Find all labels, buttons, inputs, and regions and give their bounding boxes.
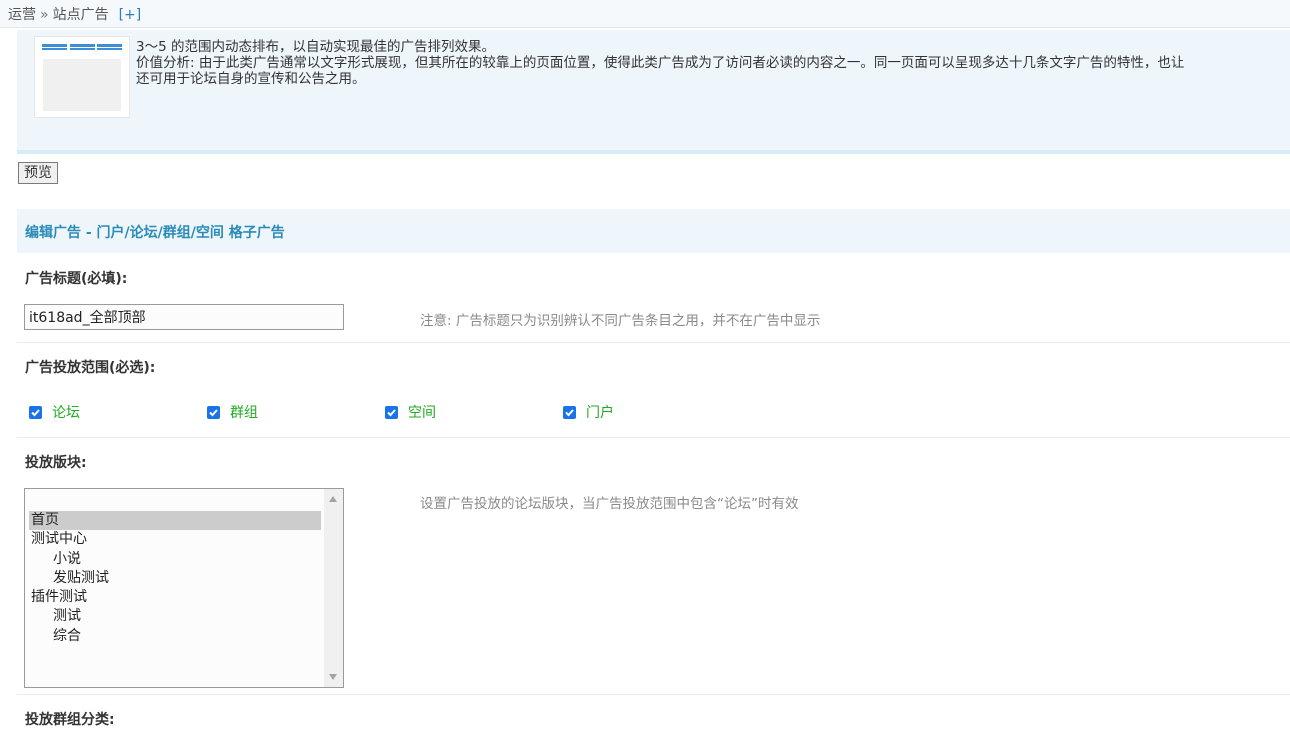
groups-label: 投放群组分类: [25,712,115,728]
scope-option-group[interactable]: 群组 [207,402,258,422]
description-line: 价值分析: 由于此类广告通常以文字形式展现，但其所在的较靠上的页面位置，使得此类… [136,55,1185,71]
divider [17,342,1290,343]
ad-layout-thumbnail [34,36,130,118]
preview-button[interactable]: 预览 [18,162,58,184]
listbox-scrollbar[interactable] [324,489,343,687]
scope-label: 广告投放范围(必选): [25,360,156,376]
scope-option-label: 空间 [408,405,436,421]
section-title: 编辑广告 - 门户/论坛/群组/空间 格子广告 [17,209,1290,253]
forum-option[interactable]: 小说 [29,550,321,569]
ad-type-description: 3～5 的范围内动态排布，以自动实现最佳的广告排列效果。 价值分析: 由于此类广… [136,39,1290,87]
scroll-up-arrow-icon[interactable] [329,496,337,502]
thumbnail-bar [42,44,67,50]
ad-title-hint: 注意: 广告标题只为识别辨认不同广告条目之用，并不在广告中显示 [420,313,821,329]
ad-title-input[interactable] [24,304,344,330]
forum-option[interactable]: 测试中心 [29,530,321,549]
checkbox-checked-icon[interactable] [385,405,398,419]
forum-option[interactable]: 首页 [29,511,321,531]
forums-label: 投放版块: [25,455,87,471]
scope-option-label: 群组 [230,405,258,421]
forum-options: 首页 测试中心 小说 发贴测试 插件测试 测试 综合 [29,511,321,646]
scope-option-forum[interactable]: 论坛 [29,402,80,422]
description-line: 3～5 的范围内动态排布，以自动实现最佳的广告排列效果。 [136,39,495,55]
forum-option[interactable]: 综合 [29,627,321,646]
ad-title-label: 广告标题(必填): [25,271,128,287]
checkbox-checked-icon[interactable] [563,405,576,419]
breadcrumb: 运营» 站点广告 [+] [0,0,1290,28]
breadcrumb-separator: » [40,7,49,23]
checkbox-checked-icon[interactable] [29,405,42,419]
thumbnail-body [43,59,121,111]
thumbnail-bar [70,44,95,50]
expand-toggle[interactable]: [+] [119,7,142,23]
breadcrumb-current: 站点广告 [52,7,109,23]
scroll-down-arrow-icon[interactable] [329,674,337,680]
breadcrumb-root[interactable]: 运营 [8,7,36,23]
thumbnail-bar [97,44,122,50]
scope-option-label: 门户 [586,405,614,421]
divider [17,437,1290,438]
scope-option-space[interactable]: 空间 [385,402,436,422]
forum-option[interactable]: 测试 [29,607,321,626]
divider [17,694,1290,695]
forums-hint: 设置广告投放的论坛版块，当广告投放范围中包含“论坛”时有效 [420,496,799,512]
ad-type-info-panel: 3～5 的范围内动态排布，以自动实现最佳的广告排列效果。 价值分析: 由于此类广… [17,30,1290,154]
forum-option[interactable]: 发贴测试 [29,569,321,588]
scope-option-label: 论坛 [52,405,80,421]
forum-option[interactable]: 插件测试 [29,588,321,607]
description-line: 还可用于论坛自身的宣传和公告之用。 [136,71,366,87]
scope-option-portal[interactable]: 门户 [563,402,614,422]
checkbox-checked-icon[interactable] [207,405,220,419]
forum-multi-select[interactable]: 首页 测试中心 小说 发贴测试 插件测试 测试 综合 [24,488,344,688]
